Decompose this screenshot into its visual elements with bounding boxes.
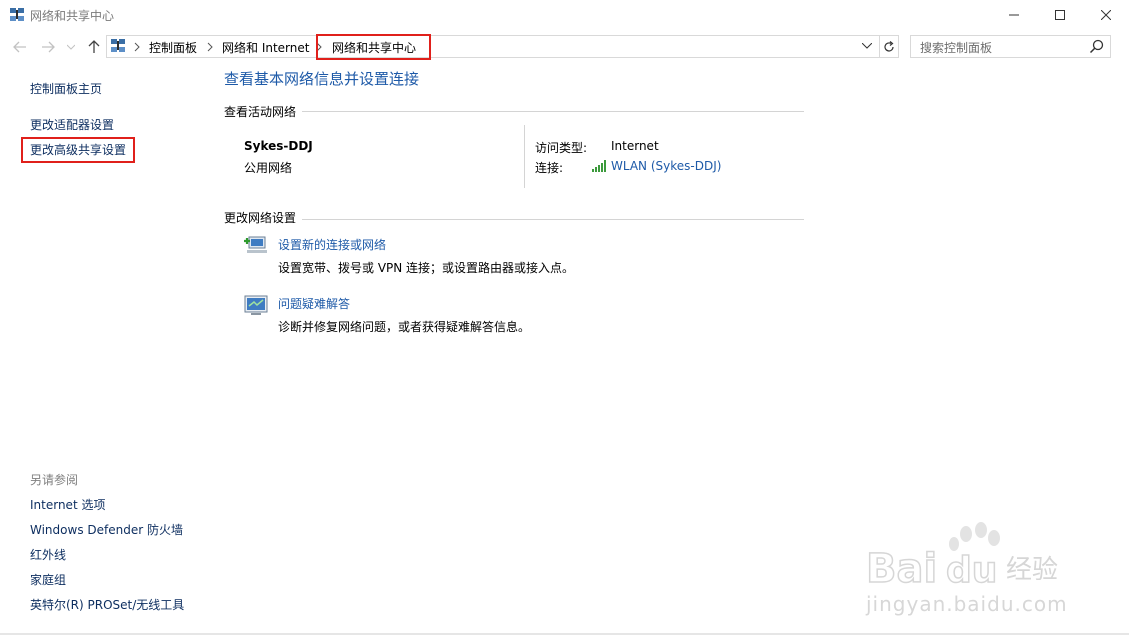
highlight-box-address	[316, 34, 431, 60]
divider	[302, 219, 804, 220]
wlan-connection-link[interactable]: WLAN (Sykes-DDJ)	[611, 159, 721, 173]
close-icon	[1101, 10, 1111, 20]
back-button[interactable]	[10, 37, 30, 57]
network-center-icon	[10, 8, 24, 21]
active-networks-label: 查看活动网络	[224, 105, 297, 119]
up-button[interactable]	[84, 37, 104, 57]
svg-text:Bai: Bai	[866, 546, 937, 592]
chevron-down-icon	[67, 44, 75, 50]
chevron-right-icon	[134, 42, 140, 52]
see-also-intel-proset[interactable]: 英特尔(R) PROSet/无线工具	[30, 596, 184, 613]
new-connection-icon	[244, 236, 267, 253]
see-also-homegroup[interactable]: 家庭组	[30, 571, 66, 588]
minimize-button[interactable]	[991, 0, 1037, 30]
troubleshoot-desc: 诊断并修复网络问题，或者获得疑难解答信息。	[278, 320, 531, 334]
divider	[302, 111, 804, 112]
sidebar-change-adapter-settings[interactable]: 更改适配器设置	[30, 116, 114, 133]
arrow-left-icon	[13, 41, 26, 53]
address-dropdown-button[interactable]	[859, 38, 875, 54]
address-bar[interactable]: 控制面板 网络和 Internet 网络和共享中心	[106, 35, 880, 58]
svg-text:经验: 经验	[1006, 555, 1058, 585]
network-name: Sykes-DDJ	[244, 139, 313, 153]
maximize-icon	[1055, 10, 1065, 20]
maximize-button[interactable]	[1037, 0, 1083, 30]
see-also-infrared[interactable]: 红外线	[30, 546, 66, 563]
window-title: 网络和共享中心	[30, 9, 115, 23]
setup-new-connection-desc: 设置宽带、拨号或 VPN 连接；或设置路由器或接入点。	[278, 261, 575, 275]
breadcrumb-control-panel[interactable]: 控制面板	[149, 39, 197, 56]
control-panel-icon	[111, 39, 125, 52]
access-type-label: 访问类型:	[535, 141, 588, 155]
chevron-right-icon	[207, 42, 213, 52]
highlight-box-sidebar	[21, 137, 135, 163]
search-input[interactable]: 搜索控制面板	[920, 39, 992, 56]
chevron-down-icon	[862, 43, 872, 49]
breadcrumb-network-internet[interactable]: 网络和 Internet	[222, 39, 309, 56]
refresh-button[interactable]	[880, 35, 899, 58]
troubleshoot-icon	[244, 295, 268, 315]
svg-text:du: du	[946, 550, 997, 591]
wifi-signal-icon	[592, 160, 606, 172]
access-type-value: Internet	[611, 139, 659, 153]
see-also-firewall[interactable]: Windows Defender 防火墙	[30, 521, 183, 538]
recent-locations-button[interactable]	[64, 37, 78, 57]
forward-button[interactable]	[38, 37, 58, 57]
search-box[interactable]: 搜索控制面板	[910, 35, 1111, 58]
minimize-icon	[1009, 14, 1019, 16]
troubleshoot-link[interactable]: 问题疑难解答	[278, 295, 350, 312]
title-bar: 网络和共享中心	[0, 0, 1129, 30]
change-settings-label: 更改网络设置	[224, 211, 297, 225]
close-button[interactable]	[1083, 0, 1129, 30]
setup-new-connection-link[interactable]: 设置新的连接或网络	[278, 236, 386, 253]
see-also-internet-options[interactable]: Internet 选项	[30, 496, 105, 513]
sidebar-control-panel-home[interactable]: 控制面板主页	[30, 80, 102, 97]
arrow-right-icon	[42, 41, 55, 53]
vertical-divider	[524, 125, 525, 188]
search-icon[interactable]	[1089, 39, 1104, 54]
connections-label: 连接:	[535, 161, 564, 175]
network-type-link[interactable]: 公用网络	[244, 159, 292, 176]
page-title: 查看基本网络信息并设置连接	[224, 70, 420, 88]
watermark-url: jingyan.baidu.com	[866, 592, 1068, 616]
refresh-icon	[884, 40, 894, 52]
arrow-up-icon	[88, 40, 100, 53]
see-also-heading: 另请参阅	[30, 473, 79, 487]
